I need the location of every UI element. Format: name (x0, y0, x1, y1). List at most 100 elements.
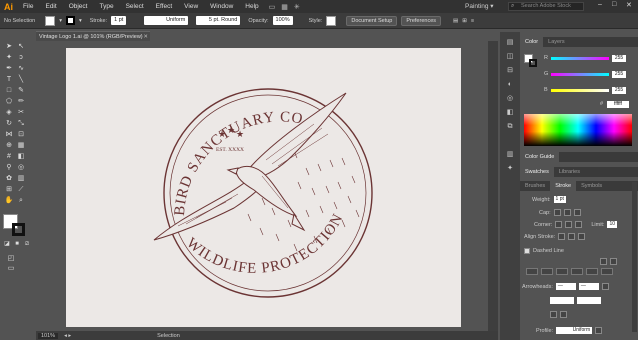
lasso-tool-icon[interactable]: ↄ (16, 53, 26, 62)
hex-value-field[interactable]: ffffff (607, 100, 629, 108)
shaper-tool-icon[interactable]: ⬠ (4, 97, 14, 106)
vertical-scrollbar[interactable] (488, 41, 498, 331)
swap-arrowheads-icon[interactable] (601, 283, 609, 290)
eyedropper-tool-icon[interactable]: ⚲ (4, 163, 14, 172)
preferences-button[interactable]: Preferences (401, 15, 441, 26)
transform-icon[interactable]: ⊞ (462, 18, 467, 24)
artboard-nav-icon[interactable]: ◂ ▸ (64, 333, 71, 339)
color-mode-icon[interactable]: ■ (12, 240, 22, 249)
width-tool-icon[interactable]: ⋈ (4, 130, 14, 139)
control-menu-icon[interactable]: ≡ (471, 18, 474, 24)
tab-layers[interactable]: Layers (543, 37, 570, 47)
graphic-styles-icon[interactable]: ◧ (505, 108, 515, 117)
align-icon[interactable]: ▤ (453, 18, 458, 24)
limit-field[interactable]: 10 (607, 221, 618, 228)
color-stroke-swatch[interactable] (529, 59, 537, 67)
weight-field[interactable]: 1 pt (553, 196, 566, 203)
transparency-icon[interactable]: ◐ (505, 80, 515, 89)
menu-file[interactable]: File (17, 3, 39, 10)
tab-color-guide[interactable]: Color Guide (520, 152, 560, 162)
selection-tool-icon[interactable]: ➤ (4, 42, 14, 51)
artboard[interactable]: BIRD SANCTUARY CO. WILDLIFE PROTECTION ★… (66, 48, 461, 327)
flip-profile-icon[interactable] (595, 327, 603, 334)
menu-window[interactable]: Window (204, 3, 239, 10)
document-setup-button[interactable]: Document Setup (346, 15, 398, 26)
panel-scrollbar[interactable] (632, 182, 637, 332)
curvature-tool-icon[interactable]: ∿ (16, 64, 26, 73)
scissors-tool-icon[interactable]: ✂ (16, 108, 26, 117)
bevel-join-icon[interactable] (575, 221, 583, 228)
arrow-end-icon[interactable] (560, 311, 567, 318)
symbol-sprayer-tool-icon[interactable]: ✿ (4, 174, 14, 183)
preserve-dash-icon[interactable] (600, 258, 607, 265)
arrow-tip-icon[interactable] (550, 311, 557, 318)
free-transform-tool-icon[interactable]: ⊡ (16, 130, 26, 139)
libraries-icon[interactable]: ◫ (505, 52, 515, 61)
gap-field[interactable] (601, 268, 613, 275)
green-value-field[interactable]: 255 (612, 70, 626, 78)
eraser-tool-icon[interactable]: ◈ (4, 108, 14, 117)
align-panel-icon[interactable]: ⊟ (505, 66, 515, 75)
gradient-panel-icon[interactable]: ▥ (505, 150, 515, 159)
tab-swatches[interactable]: Swatches (520, 167, 554, 177)
document-tab[interactable]: Vintage Logo 1.ai @ 101% (RGB/Preview) ✕ (36, 31, 150, 41)
blend-tool-icon[interactable]: ◎ (16, 163, 26, 172)
opacity-field[interactable]: 100% (272, 16, 293, 25)
round-cap-icon[interactable] (563, 209, 571, 216)
red-slider[interactable] (551, 56, 609, 60)
maximize-icon[interactable]: □ (612, 1, 616, 8)
zoom-tool-icon[interactable]: ⌕ (16, 196, 26, 205)
tab-libraries[interactable]: Libraries (554, 167, 585, 177)
brush-definition[interactable]: 5 pt. Round (196, 16, 241, 25)
end-scale-field[interactable] (577, 297, 601, 304)
blue-slider[interactable] (551, 88, 609, 92)
variable-width-profile[interactable]: Uniform (144, 16, 189, 25)
gradient-tool-icon[interactable]: ◧ (16, 152, 26, 161)
align-inside-icon[interactable] (568, 233, 576, 240)
stroke-swatch[interactable] (65, 16, 75, 25)
menu-edit[interactable]: Edit (39, 3, 62, 10)
butt-cap-icon[interactable] (553, 209, 561, 216)
projecting-cap-icon[interactable] (573, 209, 581, 216)
menu-select[interactable]: Select (120, 3, 150, 10)
rotate-tool-icon[interactable]: ↻ (4, 119, 14, 128)
menu-help[interactable]: Help (239, 3, 264, 10)
fill-swatch[interactable] (45, 15, 56, 26)
align-dash-icon[interactable] (610, 258, 617, 265)
dash-field[interactable] (586, 268, 598, 275)
start-scale-field[interactable] (550, 297, 574, 304)
menu-effect[interactable]: Effect (150, 3, 179, 10)
appearance-icon[interactable]: ◎ (505, 94, 515, 103)
dash-field[interactable] (556, 268, 568, 275)
red-value-field[interactable]: 255 (612, 54, 626, 62)
close-icon[interactable]: ✕ (626, 1, 632, 9)
stroke-dropdown-icon[interactable]: ▾ (79, 18, 82, 24)
align-outside-icon[interactable] (578, 233, 586, 240)
perspective-grid-tool-icon[interactable]: ▦ (16, 141, 26, 150)
pathfinder-icon[interactable]: ⧉ (505, 122, 515, 131)
properties-icon[interactable]: ▤ (505, 38, 515, 47)
green-slider[interactable] (551, 72, 609, 76)
round-join-icon[interactable] (565, 221, 573, 228)
dashed-line-checkbox[interactable] (524, 248, 530, 254)
dash-field[interactable] (526, 268, 538, 275)
tab-color[interactable]: Color (520, 37, 544, 47)
menu-type[interactable]: Type (93, 3, 119, 10)
hand-tool-icon[interactable]: ✋ (4, 196, 14, 205)
paintbrush-tool-icon[interactable]: ✎ (16, 86, 26, 95)
menu-view[interactable]: View (178, 3, 204, 10)
color-spectrum[interactable] (524, 114, 632, 146)
workspace-switcher[interactable]: Painting ▾ (465, 2, 494, 10)
zoom-level[interactable]: 101% (38, 332, 59, 339)
graphic-style-swatch[interactable] (326, 15, 337, 26)
miter-join-icon[interactable] (555, 221, 563, 228)
stroke-color-box[interactable] (12, 223, 25, 236)
tab-stroke[interactable]: Stroke (550, 181, 577, 191)
artboard-tool-icon[interactable]: ⊞ (4, 185, 14, 194)
pen-tool-icon[interactable]: ✒ (4, 64, 14, 73)
type-tool-icon[interactable]: T (4, 75, 14, 84)
menu-object[interactable]: Object (63, 3, 94, 10)
start-arrowhead-dropdown[interactable]: — (555, 283, 576, 290)
align-center-icon[interactable] (558, 233, 566, 240)
gap-field[interactable] (571, 268, 583, 275)
